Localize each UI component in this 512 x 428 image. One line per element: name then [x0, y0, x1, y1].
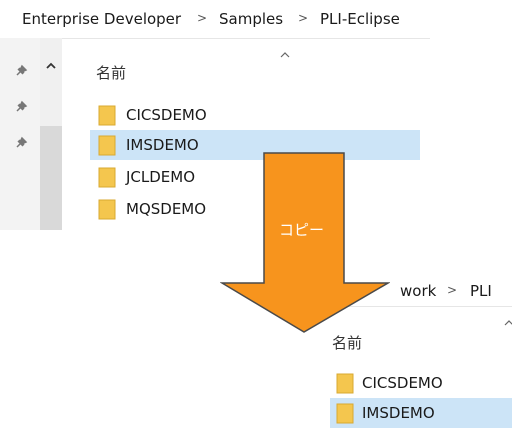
file-name: IMSDEMO — [126, 136, 199, 154]
breadcrumb: Enterprise Developer > Samples > PLI-Ecl… — [0, 0, 430, 39]
breadcrumb-item-pli-eclipse[interactable]: PLI-Eclipse — [320, 10, 400, 28]
copy-arrow-icon — [220, 152, 390, 333]
folder-icon — [98, 105, 116, 126]
breadcrumb-item-work[interactable]: work — [400, 282, 436, 300]
breadcrumb-chevron-icon: > — [298, 11, 309, 25]
scrollbar-thumb[interactable] — [40, 126, 62, 230]
file-name: IMSDEMO — [362, 404, 435, 422]
file-name: MQSDEMO — [126, 200, 207, 218]
column-header-name[interactable]: 名前 — [332, 332, 362, 353]
breadcrumb-item-samples[interactable]: Samples — [219, 10, 283, 28]
folder-icon — [336, 373, 354, 394]
list-item[interactable]: CICSDEMO — [90, 100, 420, 130]
scroll-up-arrow-icon[interactable] — [46, 62, 56, 69]
file-name: CICSDEMO — [362, 374, 443, 392]
pin-icon[interactable] — [14, 136, 28, 150]
list-item[interactable]: CICSDEMO — [330, 368, 512, 398]
breadcrumb-chevron-icon: > — [447, 283, 458, 297]
file-name: JCLDEMO — [126, 168, 196, 186]
folder-icon — [336, 403, 354, 424]
folder-icon — [98, 167, 116, 188]
sort-ascending-icon — [280, 52, 290, 58]
copy-label: コピー — [279, 221, 325, 239]
column-header-name[interactable]: 名前 — [96, 62, 126, 83]
sort-ascending-icon — [504, 320, 512, 326]
breadcrumb-item-enterprise-developer[interactable]: Enterprise Developer — [22, 10, 181, 28]
folder-icon — [98, 135, 116, 156]
list-item-selected[interactable]: IMSDEMO — [330, 398, 512, 428]
breadcrumb-chevron-icon: > — [197, 11, 208, 25]
breadcrumb-item-pli[interactable]: PLI — [470, 282, 492, 300]
file-name: CICSDEMO — [126, 106, 207, 124]
pin-icon[interactable] — [14, 64, 28, 78]
navigation-pane — [0, 38, 40, 230]
pin-icon[interactable] — [14, 100, 28, 114]
folder-icon — [98, 199, 116, 220]
